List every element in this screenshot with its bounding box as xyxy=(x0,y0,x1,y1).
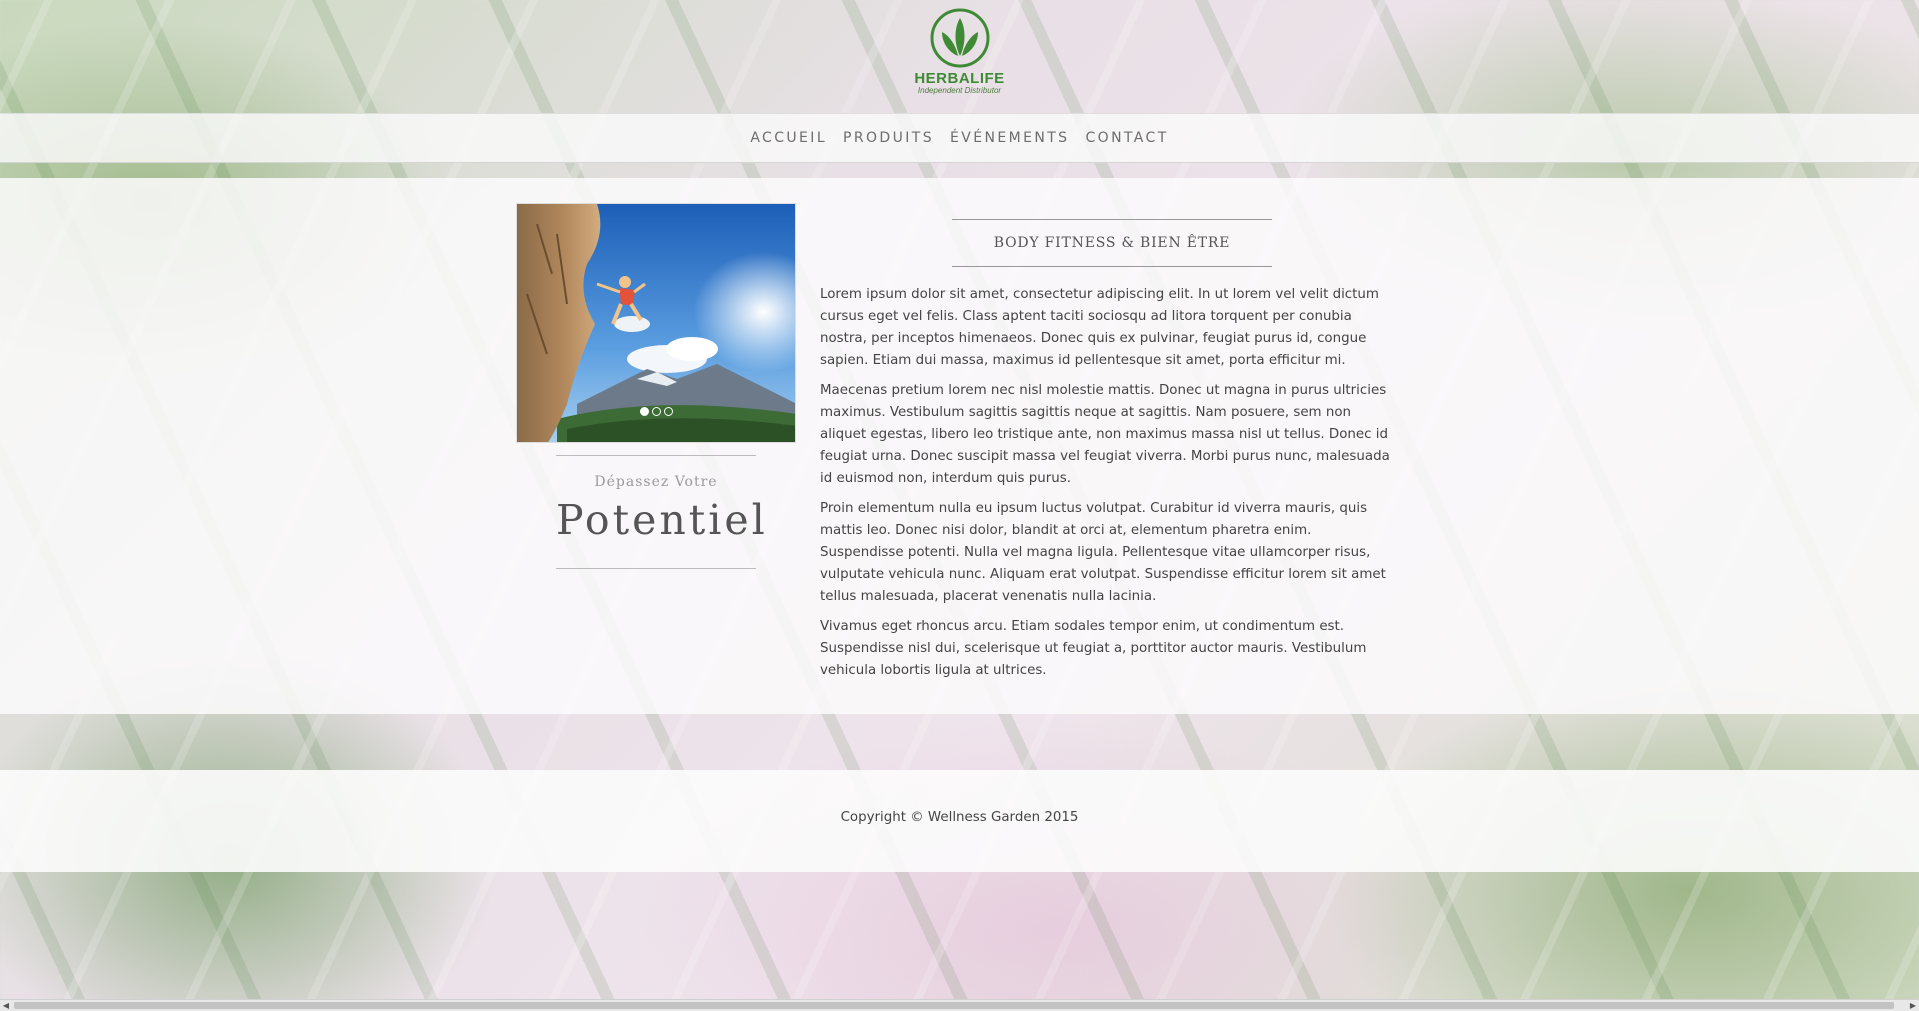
arrow-left-icon[interactable]: ◀ xyxy=(0,1000,12,1011)
article-paragraph-2: Maecenas pretium lorem nec nisl molestie… xyxy=(820,383,1390,486)
article-paragraph-3: Proin elementum nulla eu ipsum luctus vo… xyxy=(820,501,1386,604)
brand-name: HERBALIFE xyxy=(914,70,1005,87)
nav-item-contact[interactable]: CONTACT xyxy=(1077,130,1176,146)
article-title: BODY FITNESS & BIEN ÊTRE xyxy=(952,219,1272,267)
main-nav: ACCUEIL PRODUITS ÉVÉNEMENTS CONTACT xyxy=(0,113,1919,163)
article-body: Lorem ipsum dolor sit amet, consectetur … xyxy=(820,284,1398,690)
carousel-dot-1[interactable] xyxy=(639,407,649,416)
image-carousel[interactable] xyxy=(516,203,796,443)
herbalife-leaf-icon xyxy=(930,8,989,68)
scrollbar-thumb[interactable] xyxy=(14,1002,1894,1009)
copyright-text: Copyright © Wellness Garden 2015 xyxy=(840,810,1079,825)
header: HERBALIFE Independent Distributor xyxy=(0,0,1919,112)
tagline-small: Dépassez Votre xyxy=(594,474,718,490)
promo-tagline: Dépassez Votre Potentiel xyxy=(556,455,768,569)
carousel-dots xyxy=(517,407,795,416)
brand-tagline: Independent Distributor xyxy=(917,86,1002,95)
footer: Copyright © Wellness Garden 2015 xyxy=(0,770,1919,872)
horizontal-scrollbar[interactable]: ◀ ▶ xyxy=(0,999,1919,1011)
carousel-dot-3[interactable] xyxy=(663,407,673,416)
tagline-big: Potentiel xyxy=(556,496,768,544)
nav-item-accueil[interactable]: ACCUEIL xyxy=(742,130,835,146)
nav-item-produits[interactable]: PRODUITS xyxy=(835,130,942,146)
arrow-right-icon[interactable]: ▶ xyxy=(1907,1000,1919,1011)
article-paragraph-4: Vivamus eget rhoncus arcu. Etiam sodales… xyxy=(820,619,1367,678)
brand-logo[interactable]: HERBALIFE Independent Distributor xyxy=(900,8,1020,106)
article-paragraph-1: Lorem ipsum dolor sit amet, consectetur … xyxy=(820,287,1379,368)
nav-item-evenements[interactable]: ÉVÉNEMENTS xyxy=(942,130,1077,146)
carousel-dot-2[interactable] xyxy=(651,407,661,416)
